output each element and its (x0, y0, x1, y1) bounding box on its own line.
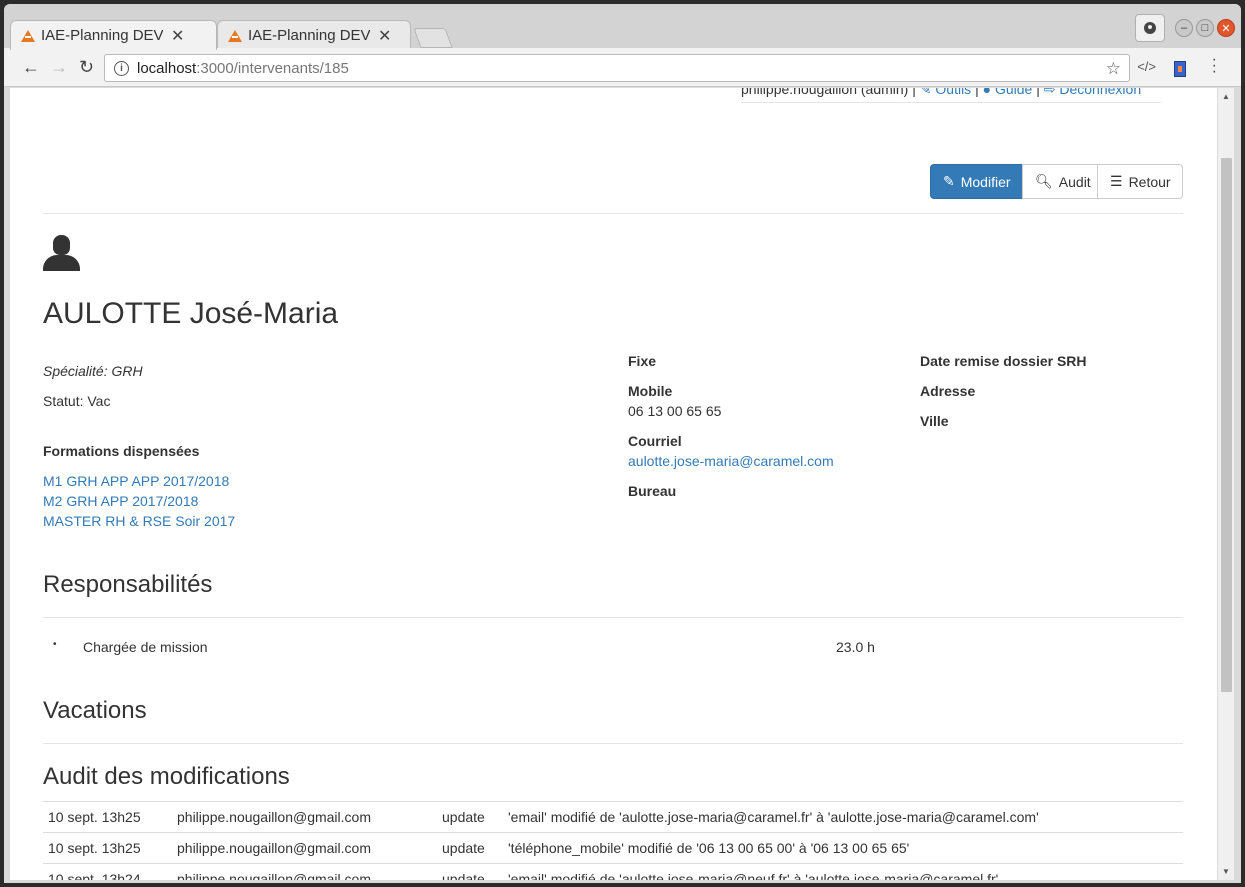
tab-iae-planning-1[interactable]: IAE-Planning DEV v ✕ (10, 20, 217, 50)
date-remise-label: Date remise dossier SRH (920, 353, 1087, 369)
responsabilite-label: Chargée de mission (83, 639, 208, 655)
vertical-scrollbar[interactable]: ▲ ▼ (1217, 88, 1234, 880)
audit-change: 'email' modifié de 'aulotte.jose-maria@c… (503, 801, 1183, 833)
extension-icon[interactable] (1174, 61, 1186, 77)
pencil-icon: ✎ (943, 173, 955, 189)
minimize-button[interactable]: – (1175, 19, 1193, 37)
vacations-heading: Vacations (43, 697, 147, 724)
tab-strip: IAE-Planning DEV v ✕ IAE-Planning DEV v … (4, 4, 1241, 50)
profile-button[interactable] (1135, 14, 1165, 42)
browser-toolbar: ← → ↻ i localhost:3000/intervenants/185 … (4, 48, 1241, 87)
bureau-label: Bureau (628, 483, 677, 499)
audit-date: 10 sept. 13h24 (43, 863, 172, 880)
maximize-button[interactable]: □ (1196, 19, 1214, 37)
courriel-label: Courriel (628, 433, 682, 449)
guide-label: Guide (994, 88, 1033, 97)
divider (43, 743, 1183, 744)
guide-link[interactable]: ● Guide (983, 88, 1033, 97)
audit-user: philippe.nougaillon@gmail.com (172, 801, 437, 833)
logout-link[interactable]: ⇨ Déconnexion (1044, 88, 1141, 97)
info-icon[interactable]: i (114, 60, 129, 76)
audit-change: 'email' modifié de 'aulotte.jose-maria@n… (503, 863, 1183, 880)
new-tab-button[interactable] (413, 28, 453, 48)
courriel-link[interactable]: aulotte.jose-maria@caramel.com (628, 453, 834, 469)
divider (43, 617, 1183, 618)
audit-date: 10 sept. 13h25 (43, 832, 172, 864)
formation-link[interactable]: M2 GRH APP 2017/2018 (43, 493, 198, 509)
mobile-label: Mobile (628, 383, 673, 399)
search-icon: 🔍︎ (1035, 173, 1053, 189)
menu-dots-icon[interactable]: · · · (1212, 52, 1217, 80)
formations-heading: Formations dispensées (43, 443, 200, 459)
retour-label: Retour (1128, 173, 1171, 190)
formation-link[interactable]: MASTER RH & RSE Soir 2017 (43, 513, 235, 529)
tab-title: IAE-Planning DEV v (41, 27, 163, 44)
scrollbar-thumb[interactable] (1221, 158, 1232, 692)
outils-link[interactable]: ✎ Outils (920, 88, 971, 97)
user-bar: philippe.nougaillon (admin) | ✎ Outils |… (741, 88, 1161, 103)
responsabilites-heading: Responsabilités (43, 571, 213, 598)
intervenant-name: AULOTTE José-Maria (43, 297, 339, 330)
divider (43, 213, 1183, 214)
url-host: localhost (137, 59, 197, 77)
audit-table: 10 sept. 13h25 philippe.nougaillon@gmail… (43, 801, 1183, 880)
url-path: :3000/intervenants/185 (196, 59, 349, 77)
audit-user: philippe.nougaillon@gmail.com (172, 832, 437, 864)
bookmark-star-icon[interactable]: ☆ (1106, 59, 1121, 79)
table-row: 10 sept. 13h24 philippe.nougaillon@gmail… (43, 863, 1183, 880)
reload-icon[interactable]: ↻ (79, 57, 94, 78)
logout-label: Déconnexion (1059, 88, 1142, 97)
close-icon[interactable]: ✕ (171, 26, 184, 46)
profile-icon (1144, 22, 1156, 34)
iae-favicon-icon (21, 29, 35, 43)
audit-action: update (437, 863, 503, 880)
browser-window: IAE-Planning DEV v ✕ IAE-Planning DEV v … (4, 4, 1241, 883)
tab-iae-planning-2[interactable]: IAE-Planning DEV v ✕ (217, 20, 411, 50)
table-row: 10 sept. 13h25 philippe.nougaillon@gmail… (43, 801, 1183, 833)
forward-arrow-icon[interactable]: → (50, 57, 68, 78)
bullet: • (53, 639, 57, 650)
audit-action: update (437, 832, 503, 864)
adresse-label: Adresse (920, 383, 976, 399)
action-buttons: ✎ Modifier 🔍︎ Audit ☰ Retour (930, 164, 1183, 199)
table-row: 10 sept. 13h25 philippe.nougaillon@gmail… (43, 832, 1183, 864)
page-viewport: philippe.nougaillon (admin) | ✎ Outils |… (10, 88, 1217, 880)
scroll-up-icon[interactable]: ▲ (1222, 92, 1230, 101)
tab-title: IAE-Planning DEV v (248, 27, 370, 44)
audit-date: 10 sept. 13h25 (43, 801, 172, 833)
info-circle-icon: ● (982, 88, 992, 97)
formation-link[interactable]: M1 GRH APP APP 2017/2018 (43, 473, 229, 489)
fixe-label: Fixe (628, 353, 657, 369)
iae-favicon-icon (228, 29, 242, 43)
close-icon[interactable]: ✕ (378, 26, 391, 46)
audit-action: update (437, 801, 503, 833)
address-bar[interactable]: i localhost:3000/intervenants/185 ☆ (104, 54, 1130, 82)
logout-icon: ⇨ (1043, 88, 1056, 97)
responsabilite-hours: 23.0 h (836, 639, 875, 655)
current-user: philippe.nougaillon (admin) (741, 88, 909, 97)
pencil-icon: ✎ (919, 88, 932, 97)
scroll-down-icon[interactable]: ▼ (1222, 867, 1230, 876)
outils-label: Outils (935, 88, 972, 97)
mobile-value: 06 13 00 65 65 (628, 403, 722, 419)
statut: Statut: Vac (43, 393, 111, 409)
retour-button[interactable]: ☰ Retour (1097, 164, 1183, 199)
list-icon: ☰ (1110, 173, 1123, 189)
close-window-button[interactable]: ✕ (1217, 19, 1235, 37)
audit-change: 'téléphone_mobile' modifié de '06 13 00 … (503, 832, 1183, 864)
audit-label: Audit (1058, 173, 1091, 190)
back-arrow-icon[interactable]: ← (22, 57, 40, 78)
user-icon (43, 235, 80, 271)
code-view-icon[interactable]: </> (1137, 59, 1156, 74)
audit-button[interactable]: 🔍︎ Audit (1022, 164, 1098, 199)
audit-heading: Audit des modifications (43, 763, 290, 790)
audit-user: philippe.nougaillon@gmail.com (172, 863, 437, 880)
modifier-button[interactable]: ✎ Modifier (930, 164, 1023, 199)
ville-label: Ville (920, 413, 949, 429)
specialite: Spécialité: GRH (43, 363, 143, 379)
modifier-label: Modifier (960, 173, 1011, 190)
